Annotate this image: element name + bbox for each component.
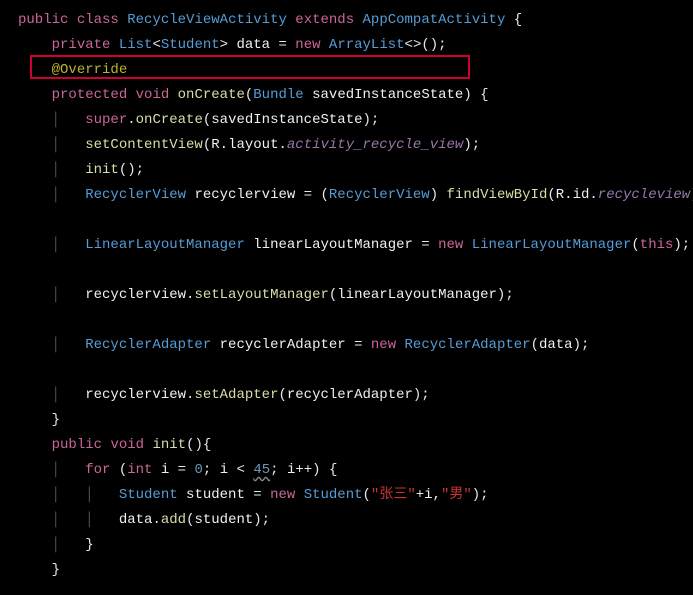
ref-data: data xyxy=(119,512,153,528)
code-line: │ super.onCreate(savedInstanceState); xyxy=(0,108,693,133)
method-setlayoutmanager: setLayoutManager xyxy=(194,287,328,303)
type-student2: Student xyxy=(119,487,178,503)
method-init-call: init xyxy=(85,162,119,178)
ctor-recycleradapter: RecyclerAdapter xyxy=(405,337,531,353)
keyword-public: public xyxy=(18,12,68,28)
keyword-super: super xyxy=(85,112,127,128)
keyword-protected: protected xyxy=(52,87,128,103)
num-zero: 0 xyxy=(195,462,203,478)
method-add: add xyxy=(161,512,186,528)
type-llm: LinearLayoutManager xyxy=(85,237,245,253)
code-line: │ recyclerview.setLayoutManager(linearLa… xyxy=(0,283,693,308)
code-line: │ │ data.add(student); xyxy=(0,508,693,533)
keyword-void2: void xyxy=(110,437,144,453)
keyword-new3: new xyxy=(371,337,396,353)
code-line: │ setContentView(R.layout.activity_recyc… xyxy=(0,133,693,158)
var-i4: i xyxy=(424,487,432,503)
super-class: AppCompatActivity xyxy=(363,12,506,28)
code-line: @Override xyxy=(0,58,693,83)
string-zhang: "张三" xyxy=(371,487,416,503)
keyword-class: class xyxy=(77,12,119,28)
keyword-new: new xyxy=(295,37,320,53)
code-line: } xyxy=(0,558,693,583)
method-setadapter: setAdapter xyxy=(194,387,278,403)
method-oncreate-call: onCreate xyxy=(136,112,203,128)
keyword-new4: new xyxy=(270,487,295,503)
keyword-int: int xyxy=(127,462,152,478)
var-llm: linearLayoutManager xyxy=(253,237,413,253)
code-line xyxy=(0,358,693,383)
keyword-for: for xyxy=(85,462,110,478)
code-line xyxy=(0,308,693,333)
ref-r: R xyxy=(211,137,219,153)
type-recyclerview: RecyclerView xyxy=(85,187,186,203)
code-line: │ │ Student student = new Student("张三"+i… xyxy=(0,483,693,508)
method-findviewbyid: findViewById xyxy=(447,187,548,203)
keyword-this: this xyxy=(640,237,674,253)
arg-sis: savedInstanceState xyxy=(211,112,362,128)
ref-id: id xyxy=(573,187,590,203)
type-bundle: Bundle xyxy=(253,87,303,103)
ref-activity-recycle-view: activity_recycle_view xyxy=(287,137,463,153)
type-recycleradapter: RecyclerAdapter xyxy=(85,337,211,353)
var-recycleradapter: recyclerAdapter xyxy=(220,337,346,353)
var-recyclerview: recyclerview xyxy=(194,187,295,203)
code-line: │ for (int i = 0; i < 45; i++) { xyxy=(0,458,693,483)
code-line: } xyxy=(0,408,693,433)
method-setcontentview: setContentView xyxy=(85,137,203,153)
code-line: public void init(){ xyxy=(0,433,693,458)
code-line: │ recyclerview.setAdapter(recyclerAdapte… xyxy=(0,383,693,408)
cast-recyclerview: RecyclerView xyxy=(329,187,430,203)
code-line: │ RecyclerAdapter recyclerAdapter = new … xyxy=(0,333,693,358)
field-data: data xyxy=(236,37,270,53)
code-line: │ LinearLayoutManager linearLayoutManage… xyxy=(0,233,693,258)
ref-r2: R xyxy=(556,187,564,203)
arg-llm: linearLayoutManager xyxy=(337,287,497,303)
var-student: student xyxy=(186,487,245,503)
ctor-llm: LinearLayoutManager xyxy=(472,237,632,253)
code-line xyxy=(0,258,693,283)
arg-student: student xyxy=(194,512,253,528)
code-line: │ init(); xyxy=(0,158,693,183)
var-rv3: recyclerview xyxy=(85,387,186,403)
keyword-void: void xyxy=(136,87,170,103)
ctor-student: Student xyxy=(304,487,363,503)
keyword-private: private xyxy=(52,37,111,53)
code-line: │ } xyxy=(0,533,693,558)
code-line: private List<Student> data = new ArrayLi… xyxy=(0,33,693,58)
method-init: init xyxy=(152,437,186,453)
class-name: RecycleViewActivity xyxy=(127,12,287,28)
type-student: Student xyxy=(161,37,220,53)
keyword-new2: new xyxy=(438,237,463,253)
ref-layout: layout xyxy=(228,137,278,153)
var-i2: i xyxy=(220,462,228,478)
code-line: │ RecyclerView recyclerview = (RecyclerV… xyxy=(0,183,693,208)
method-oncreate: onCreate xyxy=(178,87,245,103)
annotation-override: @Override xyxy=(52,62,128,78)
keyword-extends: extends xyxy=(295,12,354,28)
arg-recycleradapter: recyclerAdapter xyxy=(287,387,413,403)
type-list: List xyxy=(119,37,153,53)
var-rv2: recyclerview xyxy=(85,287,186,303)
keyword-public2: public xyxy=(52,437,102,453)
type-arraylist: ArrayList xyxy=(329,37,405,53)
code-line: public class RecycleViewActivity extends… xyxy=(0,8,693,33)
string-male: "男" xyxy=(441,487,472,503)
code-editor[interactable]: public class RecycleViewActivity extends… xyxy=(0,8,693,583)
ref-recycleview: recycleview xyxy=(598,187,690,203)
code-line xyxy=(0,208,693,233)
num-45: 45 xyxy=(253,462,270,478)
code-line: protected void onCreate(Bundle savedInst… xyxy=(0,83,693,108)
param-sis: savedInstanceState xyxy=(312,87,463,103)
arg-data: data xyxy=(539,337,573,353)
